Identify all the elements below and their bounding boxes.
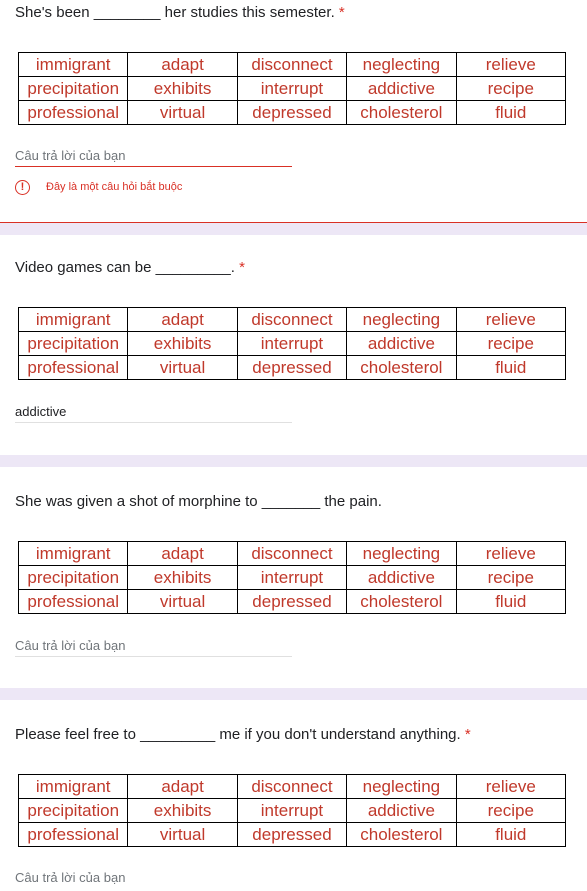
answer-placeholder: Câu trả lời của bạn (15, 638, 126, 653)
word-cell: depressed (236, 589, 348, 614)
question-text: Please feel free to _________ me if you … (15, 726, 471, 743)
word-cell: depressed (236, 100, 348, 125)
question-text: Video games can be _________. * (15, 259, 245, 276)
word-cell: neglecting (346, 52, 457, 77)
word-table: immigrant adapt disconnect neglecting re… (17, 541, 567, 614)
word-cell: exhibits (127, 76, 238, 101)
word-cell: relieve (455, 774, 567, 799)
section-separator (0, 455, 587, 467)
question-card-2: Video games can be _________. * immigran… (0, 235, 587, 455)
word-cell: exhibits (127, 331, 238, 356)
word-table: immigrant adapt disconnect neglecting re… (17, 307, 567, 380)
word-cell: professional (17, 355, 129, 380)
required-mark: * (239, 259, 245, 276)
word-cell: recipe (455, 798, 567, 823)
answer-underline (15, 422, 292, 423)
word-cell: disconnect (236, 774, 348, 799)
word-cell: interrupt (236, 331, 348, 356)
word-cell: precipitation (17, 798, 129, 823)
word-cell: professional (17, 100, 129, 125)
error-message: ! Đây là một câu hỏi bắt buộc (15, 177, 182, 197)
word-cell: cholesterol (346, 589, 457, 614)
word-cell: recipe (455, 331, 567, 356)
word-cell: immigrant (17, 541, 129, 566)
error-text: Đây là một câu hỏi bắt buộc (46, 181, 183, 193)
answer-underline (15, 166, 292, 167)
word-cell: addictive (346, 565, 457, 590)
question-text: She was given a shot of morphine to ____… (15, 493, 382, 510)
answer-input[interactable]: addictive (15, 401, 292, 423)
answer-placeholder: Câu trả lời của bạn (15, 870, 126, 885)
word-cell: fluid (455, 589, 567, 614)
word-cell: precipitation (17, 565, 129, 590)
word-cell: adapt (127, 307, 238, 332)
word-cell: virtual (127, 822, 238, 847)
answer-value: addictive (15, 404, 67, 419)
word-cell: fluid (455, 100, 567, 125)
word-cell: professional (17, 822, 129, 847)
question-card-3: She was given a shot of morphine to ____… (0, 467, 587, 688)
word-cell: disconnect (236, 541, 348, 566)
required-mark: * (464, 726, 471, 743)
question-card-4: Please feel free to _________ me if you … (0, 700, 587, 891)
question-text: She's been ________ her studies this sem… (15, 4, 345, 21)
word-cell: disconnect (236, 307, 348, 332)
word-cell: precipitation (17, 331, 129, 356)
word-table: immigrant adapt disconnect neglecting re… (17, 774, 567, 847)
word-cell: recipe (455, 76, 567, 101)
word-cell: neglecting (346, 307, 457, 332)
required-mark: * (338, 4, 345, 21)
word-cell: relieve (455, 541, 567, 566)
word-cell: virtual (127, 100, 238, 125)
word-cell: relieve (455, 307, 567, 332)
word-cell: neglecting (346, 774, 457, 799)
word-cell: interrupt (236, 565, 348, 590)
answer-underline (15, 656, 292, 657)
word-cell: addictive (346, 76, 457, 101)
word-cell: immigrant (17, 774, 129, 799)
answer-input[interactable]: Câu trả lời của bạn (15, 867, 292, 889)
word-cell: interrupt (236, 798, 348, 823)
word-cell: cholesterol (346, 822, 457, 847)
word-cell: disconnect (236, 52, 348, 77)
word-cell: relieve (455, 52, 567, 77)
word-cell: cholesterol (346, 100, 457, 125)
word-cell: virtual (127, 589, 238, 614)
word-cell: fluid (455, 822, 567, 847)
word-cell: neglecting (346, 541, 457, 566)
word-cell: exhibits (127, 798, 238, 823)
word-cell: immigrant (17, 307, 129, 332)
word-cell: adapt (127, 541, 238, 566)
word-cell: fluid (455, 355, 567, 380)
word-table: immigrant adapt disconnect neglecting re… (17, 52, 567, 125)
word-cell: cholesterol (346, 355, 457, 380)
question-card-1: She's been ________ her studies this sem… (0, 0, 587, 223)
word-cell: interrupt (236, 76, 348, 101)
answer-placeholder: Câu trả lời của bạn (15, 148, 126, 163)
section-separator (0, 223, 587, 235)
word-cell: recipe (455, 565, 567, 590)
word-cell: adapt (127, 774, 238, 799)
word-cell: immigrant (17, 52, 129, 77)
word-cell: addictive (346, 331, 457, 356)
word-cell: adapt (127, 52, 238, 77)
word-cell: depressed (236, 355, 348, 380)
word-cell: virtual (127, 355, 238, 380)
word-cell: depressed (236, 822, 348, 847)
error-icon: ! (15, 179, 30, 195)
word-cell: exhibits (127, 565, 238, 590)
section-separator (0, 688, 587, 700)
answer-input[interactable]: Câu trả lời của bạn (15, 635, 292, 657)
word-cell: professional (17, 589, 129, 614)
answer-input[interactable]: Câu trả lời của bạn (15, 145, 292, 167)
word-cell: precipitation (17, 76, 129, 101)
word-cell: addictive (346, 798, 457, 823)
